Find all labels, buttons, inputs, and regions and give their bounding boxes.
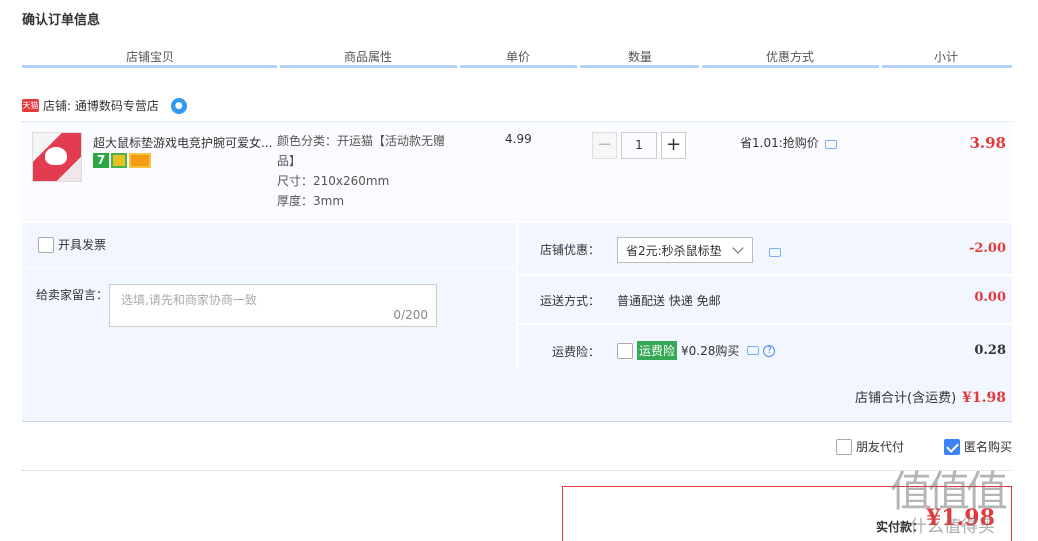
credit-card-icon[interactable] bbox=[129, 153, 151, 168]
seller-message-input[interactable]: 选填,请先和商家协商一致 0/200 bbox=[109, 284, 437, 327]
invoice-checkbox[interactable] bbox=[38, 236, 54, 253]
shipping-method: 普通配送 快递 免邮 bbox=[617, 294, 721, 308]
anonymous-label: 匿名购买 bbox=[964, 440, 1013, 454]
attribute-size: 尺寸：210x260mm bbox=[277, 174, 390, 188]
insurance-amount: 0.28 bbox=[974, 343, 1006, 358]
divider bbox=[22, 470, 1012, 471]
column-header-quantity: 数量 bbox=[627, 50, 652, 64]
chevron-down-icon bbox=[732, 242, 744, 254]
shop-total-amount: ¥1.98 bbox=[962, 390, 1006, 406]
shop-discount-value: 省2元:秒杀鼠标垫 bbox=[626, 244, 722, 258]
column-header-price: 单价 bbox=[505, 50, 530, 64]
promotion: 省1.01:抢购价 bbox=[740, 134, 837, 151]
options-row-separator bbox=[518, 323, 1012, 325]
insurance-tag: 运费险 bbox=[637, 341, 678, 360]
shop-total: 店铺合计(含运费) ¥1.98 bbox=[855, 387, 1006, 406]
column-header-promotion: 优惠方式 bbox=[765, 50, 814, 64]
discount-info-icon[interactable] bbox=[769, 248, 781, 257]
insurance-label: 运费险： bbox=[551, 345, 600, 359]
insurance-option: 运费险 ¥0.28购买 ? bbox=[617, 341, 776, 360]
unit-price: 4.99 bbox=[505, 132, 532, 146]
quantity-stepper: − 1 + bbox=[592, 132, 686, 159]
product-name-link[interactable]: 超大鼠标垫游戏电竞护腕可爱女... bbox=[93, 134, 273, 151]
options-divider bbox=[516, 223, 518, 370]
shop-name[interactable]: 店铺: 通博数码专营店 bbox=[43, 97, 159, 114]
friend-pay-checkbox[interactable] bbox=[836, 438, 852, 455]
increase-quantity-button[interactable]: + bbox=[661, 132, 686, 159]
service-badges: 7 bbox=[93, 153, 151, 168]
message-char-count: 0/200 bbox=[393, 308, 428, 322]
anonymous-purchase-option[interactable]: 匿名购买 bbox=[944, 438, 1012, 455]
attribute-color: 颜色分类：开运猫【活动款无赠 bbox=[277, 134, 446, 148]
page-title: 确认订单信息 bbox=[22, 13, 101, 28]
attribute-thickness: 厚度：3mm bbox=[277, 194, 345, 208]
help-icon[interactable]: ? bbox=[763, 344, 776, 357]
friend-pay-option[interactable]: 朋友代付 bbox=[836, 438, 904, 455]
shop-total-row: 店铺合计(含运费) ¥1.98 bbox=[22, 370, 1012, 422]
message-label: 给卖家留言： bbox=[36, 288, 109, 302]
item-subtotal: 3.98 bbox=[969, 134, 1006, 152]
invoice-option[interactable]: 开具发票 bbox=[38, 236, 106, 253]
promotion-info-icon[interactable] bbox=[824, 140, 837, 149]
header-rule bbox=[22, 65, 1012, 68]
watermark-logo: 值值值 bbox=[890, 467, 1008, 516]
column-header-subtotal: 小计 bbox=[933, 50, 958, 64]
shop-discount-amount: -2.00 bbox=[968, 241, 1006, 256]
quantity-input[interactable]: 1 bbox=[621, 132, 657, 159]
insurance-chat-icon[interactable] bbox=[747, 346, 760, 355]
shop-total-label: 店铺合计(含运费) bbox=[855, 391, 957, 406]
options-row-separator bbox=[518, 274, 1012, 276]
promotion-text: 省1.01:抢购价 bbox=[740, 136, 819, 150]
insurance-checkbox[interactable] bbox=[617, 342, 633, 359]
tmall-icon: 天猫 bbox=[22, 99, 39, 112]
decrease-quantity-button[interactable]: − bbox=[592, 132, 617, 159]
shipping-amount: 0.00 bbox=[974, 290, 1006, 305]
column-header-attributes: 商品属性 bbox=[343, 50, 392, 64]
friend-pay-label: 朋友代付 bbox=[856, 440, 905, 454]
shop-discount-label: 店铺优惠： bbox=[539, 243, 600, 257]
message-placeholder: 选填,请先和商家协商一致 bbox=[121, 293, 257, 307]
order-item-row: 超大鼠标垫游戏电竞护腕可爱女... 7 颜色分类：开运猫【活动款无赠 品】 尺寸… bbox=[22, 121, 1012, 221]
seven-day-return-icon[interactable]: 7 bbox=[93, 153, 109, 168]
attribute-color-cont: 品】 bbox=[277, 154, 302, 168]
column-header-item: 店铺宝贝 bbox=[125, 50, 174, 64]
guarantee-icon[interactable] bbox=[111, 153, 127, 168]
product-thumbnail[interactable] bbox=[32, 132, 82, 182]
insurance-price: ¥0.28购买 bbox=[681, 344, 740, 358]
shop-discount-select[interactable]: 省2元:秒杀鼠标垫 bbox=[617, 237, 753, 263]
watermark-text: 什么值得买 bbox=[910, 517, 995, 537]
shop-line: 天猫 店铺: 通博数码专营店 ● bbox=[22, 97, 187, 114]
shipping-label: 运送方式： bbox=[539, 294, 600, 308]
anonymous-checkbox[interactable] bbox=[944, 438, 960, 455]
invoice-label: 开具发票 bbox=[58, 238, 107, 252]
order-options-panel: 开具发票 给卖家留言： 选填,请先和商家协商一致 0/200 店铺优惠： 省2元… bbox=[22, 223, 1012, 370]
wangwang-chat-icon[interactable]: ● bbox=[170, 97, 187, 114]
